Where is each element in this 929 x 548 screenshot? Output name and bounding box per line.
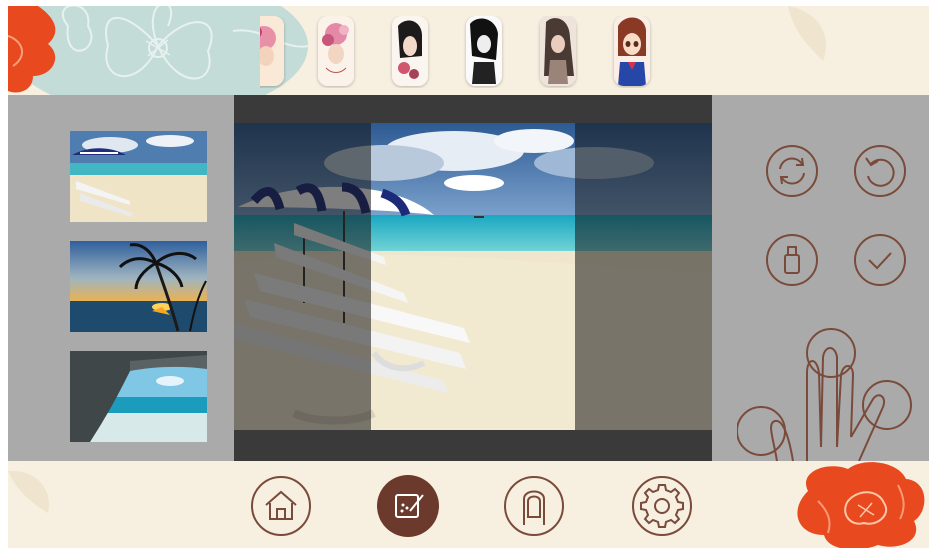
leaf-decoration-left bbox=[8, 470, 49, 513]
template-thumb-4[interactable] bbox=[466, 16, 502, 86]
touch-button[interactable] bbox=[503, 475, 565, 537]
leaf-decoration bbox=[788, 6, 827, 61]
template-thumbnails bbox=[260, 16, 680, 88]
editor-icon bbox=[377, 475, 439, 537]
crop-window[interactable] bbox=[371, 123, 575, 430]
home-button[interactable] bbox=[250, 475, 312, 537]
usb-button[interactable] bbox=[765, 233, 819, 287]
settings-icon bbox=[632, 476, 692, 536]
settings-button[interactable] bbox=[631, 475, 693, 537]
app-window bbox=[8, 6, 929, 548]
template-thumb-6[interactable] bbox=[614, 16, 650, 86]
photo-thumb-palm-sunset[interactable] bbox=[70, 241, 207, 332]
red-flower-decoration-bottom bbox=[797, 462, 925, 548]
template-strip-bar bbox=[8, 6, 929, 95]
photo-list-panel bbox=[8, 95, 234, 461]
home-icon bbox=[251, 476, 311, 536]
tool-panel bbox=[712, 95, 929, 461]
confirm-button[interactable] bbox=[853, 233, 907, 287]
photo-thumb-sea-cave[interactable] bbox=[70, 351, 207, 442]
edited-photo[interactable] bbox=[234, 123, 712, 430]
usb-icon bbox=[766, 234, 818, 286]
crop-mask-right bbox=[575, 123, 712, 430]
template-thumb-3[interactable] bbox=[392, 16, 428, 86]
red-flower-decoration bbox=[8, 6, 56, 93]
editor-button[interactable] bbox=[377, 475, 439, 537]
template-thumb-1[interactable] bbox=[260, 16, 284, 86]
touch-icon bbox=[504, 476, 564, 536]
sync-icon bbox=[766, 145, 818, 197]
undo-button[interactable] bbox=[853, 144, 907, 198]
bottom-nav-bar bbox=[8, 461, 929, 548]
template-thumb-5[interactable] bbox=[540, 16, 576, 86]
sync-button[interactable] bbox=[765, 144, 819, 198]
crop-mask-left bbox=[234, 123, 371, 430]
editor-area bbox=[8, 95, 929, 461]
check-icon bbox=[854, 234, 906, 286]
template-thumb-2[interactable] bbox=[318, 16, 354, 86]
multi-touch-gesture-icon bbox=[737, 328, 912, 461]
undo-icon bbox=[854, 145, 906, 197]
photo-editor-canvas[interactable] bbox=[234, 95, 712, 461]
photo-thumb-beach-umbrellas[interactable] bbox=[70, 131, 207, 222]
